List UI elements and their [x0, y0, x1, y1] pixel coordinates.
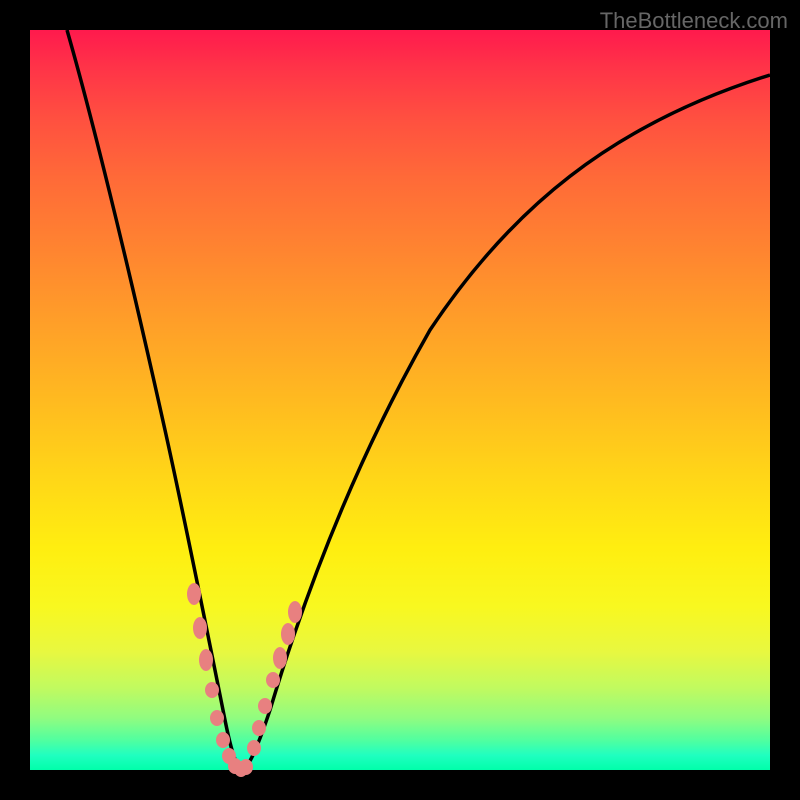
data-marker: [199, 649, 213, 671]
data-marker: [258, 698, 272, 714]
data-marker: [266, 672, 280, 688]
data-marker: [273, 647, 287, 669]
data-marker: [252, 720, 266, 736]
data-marker: [247, 740, 261, 756]
data-marker: [205, 682, 219, 698]
chart-gradient-area: [30, 30, 770, 770]
data-marker: [193, 617, 207, 639]
data-marker: [210, 710, 224, 726]
watermark-text: TheBottleneck.com: [600, 8, 788, 34]
data-marker: [281, 623, 295, 645]
marker-cluster: [30, 30, 770, 770]
data-marker: [216, 732, 230, 748]
data-marker: [239, 759, 253, 775]
data-marker: [288, 601, 302, 623]
data-marker: [187, 583, 201, 605]
